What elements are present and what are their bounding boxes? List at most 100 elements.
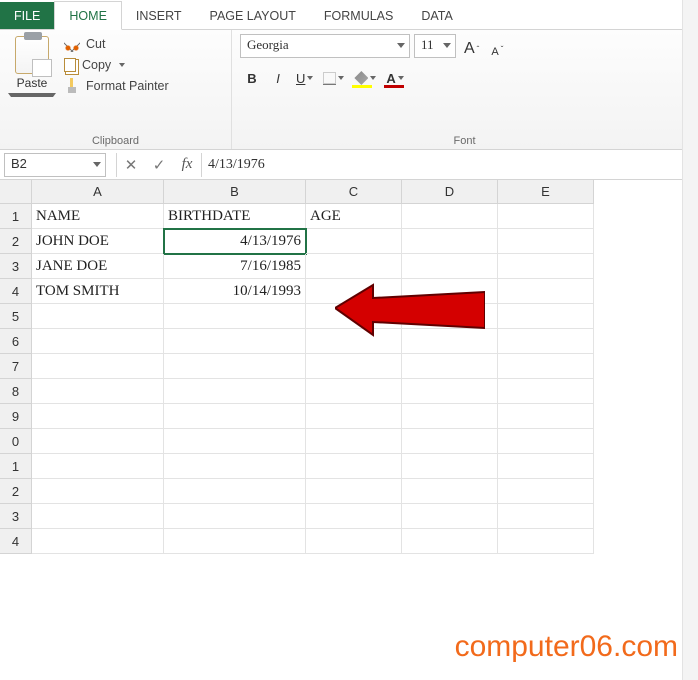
tab-home[interactable]: HOME	[54, 1, 122, 30]
increase-font-button[interactable]: A ˆ	[460, 34, 483, 58]
cell[interactable]	[498, 454, 594, 479]
cell[interactable]	[498, 529, 594, 554]
cell-B3[interactable]: 7/16/1985	[164, 254, 306, 279]
col-header-C[interactable]: C	[306, 180, 402, 204]
enter-formula-button[interactable]: ✓	[145, 151, 173, 179]
font-size-select[interactable]: 11	[414, 34, 456, 58]
fill-color-button[interactable]	[350, 66, 380, 90]
paste-button[interactable]: Paste	[8, 34, 56, 97]
copy-button[interactable]: Copy	[64, 58, 169, 72]
cell[interactable]	[306, 354, 402, 379]
row-header-2[interactable]: 2	[0, 229, 32, 254]
decrease-font-button[interactable]: A ˇ	[487, 34, 507, 58]
cell-D4[interactable]	[402, 279, 498, 304]
row-header-14[interactable]: 4	[0, 529, 32, 554]
cell[interactable]	[498, 404, 594, 429]
cell[interactable]	[306, 529, 402, 554]
cell-C2[interactable]	[306, 229, 402, 254]
cell[interactable]	[164, 354, 306, 379]
cell[interactable]	[164, 479, 306, 504]
cell[interactable]	[32, 354, 164, 379]
cell[interactable]	[306, 404, 402, 429]
cell-A4[interactable]: TOM SMITH	[32, 279, 164, 304]
cell-E2[interactable]	[498, 229, 594, 254]
tab-page-layout[interactable]: PAGE LAYOUT	[196, 2, 310, 29]
cell[interactable]	[32, 429, 164, 454]
row-header-3[interactable]: 3	[0, 254, 32, 279]
cell-E3[interactable]	[498, 254, 594, 279]
cell[interactable]	[306, 479, 402, 504]
cell-D3[interactable]	[402, 254, 498, 279]
cell-C4[interactable]	[306, 279, 402, 304]
cell[interactable]	[164, 404, 306, 429]
tab-insert[interactable]: INSERT	[122, 2, 196, 29]
cell-A3[interactable]: JANE DOE	[32, 254, 164, 279]
cell[interactable]	[306, 329, 402, 354]
cell[interactable]	[498, 379, 594, 404]
row-header-1[interactable]: 1	[0, 204, 32, 229]
row-header-6[interactable]: 6	[0, 329, 32, 354]
formula-input[interactable]	[202, 153, 698, 177]
cell-E4[interactable]	[498, 279, 594, 304]
row-header-7[interactable]: 7	[0, 354, 32, 379]
cell[interactable]	[402, 454, 498, 479]
tab-file[interactable]: FILE	[0, 2, 54, 29]
cell[interactable]	[402, 429, 498, 454]
cell[interactable]	[402, 404, 498, 429]
cell[interactable]	[498, 429, 594, 454]
cell-C1[interactable]: AGE	[306, 204, 402, 229]
font-color-button[interactable]: A	[382, 66, 407, 90]
cell[interactable]	[402, 304, 498, 329]
name-box[interactable]: B2	[4, 153, 106, 177]
tab-data[interactable]: DATA	[407, 2, 466, 29]
cell[interactable]	[498, 479, 594, 504]
cell-A1[interactable]: NAME	[32, 204, 164, 229]
format-painter-button[interactable]: Format Painter	[64, 78, 169, 94]
cell[interactable]	[32, 379, 164, 404]
cell-D1[interactable]	[402, 204, 498, 229]
cell[interactable]	[402, 479, 498, 504]
cell[interactable]	[402, 354, 498, 379]
cell[interactable]	[164, 454, 306, 479]
cell[interactable]	[164, 429, 306, 454]
col-header-E[interactable]: E	[498, 180, 594, 204]
border-button[interactable]	[319, 66, 348, 90]
row-header-5[interactable]: 5	[0, 304, 32, 329]
cut-button[interactable]: Cut	[64, 36, 169, 52]
cell[interactable]	[402, 329, 498, 354]
row-header-9[interactable]: 9	[0, 404, 32, 429]
cell-C3[interactable]	[306, 254, 402, 279]
col-header-A[interactable]: A	[32, 180, 164, 204]
cell-B4[interactable]: 10/14/1993	[164, 279, 306, 304]
cell-B1[interactable]: BIRTHDATE	[164, 204, 306, 229]
cell[interactable]	[32, 504, 164, 529]
row-header-13[interactable]: 3	[0, 504, 32, 529]
cell[interactable]	[402, 504, 498, 529]
col-header-D[interactable]: D	[402, 180, 498, 204]
cell[interactable]	[402, 379, 498, 404]
bold-button[interactable]: B	[240, 66, 264, 90]
cell[interactable]	[164, 529, 306, 554]
italic-button[interactable]: I	[266, 66, 290, 90]
row-header-11[interactable]: 1	[0, 454, 32, 479]
cell[interactable]	[32, 329, 164, 354]
row-header-4[interactable]: 4	[0, 279, 32, 304]
insert-function-button[interactable]: fx	[173, 151, 201, 179]
cell[interactable]	[164, 379, 306, 404]
cell-E1[interactable]	[498, 204, 594, 229]
cell[interactable]	[32, 404, 164, 429]
row-header-8[interactable]: 8	[0, 379, 32, 404]
cell-D2[interactable]	[402, 229, 498, 254]
cell[interactable]	[498, 504, 594, 529]
cancel-formula-button[interactable]: ✕	[117, 151, 145, 179]
cell[interactable]	[306, 304, 402, 329]
cell[interactable]	[306, 454, 402, 479]
underline-button[interactable]: U	[292, 66, 317, 90]
cell[interactable]	[306, 504, 402, 529]
select-all-corner[interactable]	[0, 180, 32, 204]
cell[interactable]	[164, 504, 306, 529]
cell[interactable]	[32, 479, 164, 504]
cell[interactable]	[32, 304, 164, 329]
cell-B2[interactable]: 4/13/1976	[164, 229, 306, 254]
tab-formulas[interactable]: FORMULAS	[310, 2, 407, 29]
